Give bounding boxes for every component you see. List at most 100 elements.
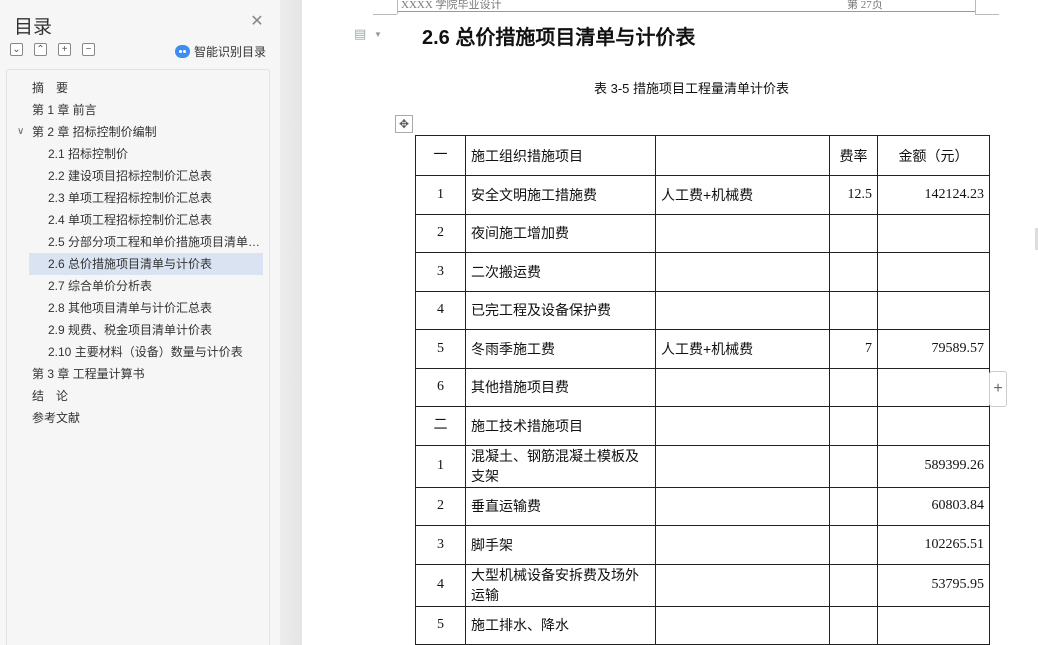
toc-item[interactable]: 2.6 总价措施项目清单与计价表 [29, 253, 263, 275]
chevron-down-icon[interactable]: ∨ [17, 121, 24, 143]
table-cell-no[interactable]: 2 [415, 213, 466, 253]
table-cell-item[interactable]: 脚手架 [465, 525, 656, 565]
table-cell-amount[interactable]: 589399.26 [877, 444, 990, 488]
table-cell-amount[interactable] [877, 605, 990, 645]
table-cell-item[interactable]: 其他措施项目费 [465, 367, 656, 407]
table-cell-no[interactable]: 一 [415, 135, 466, 176]
toc-item[interactable]: 2.2 建设项目招标控制价汇总表 [7, 165, 269, 187]
table-row: 2 垂直运输费 60803.84 [415, 486, 990, 526]
close-icon[interactable]: ✕ [249, 14, 265, 30]
chevron-down-icon[interactable]: ▼ [374, 30, 382, 39]
table-cell-base[interactable] [655, 252, 830, 292]
table-cell-rate[interactable] [829, 605, 878, 645]
add-level-icon[interactable]: + [58, 43, 71, 56]
table-cell-rate[interactable]: 费率 [829, 135, 878, 176]
table-cell-amount[interactable] [877, 252, 990, 292]
toc-item[interactable]: 2.10 主要材料（设备）数量与计价表 [7, 341, 269, 363]
table-cell-amount[interactable]: 53795.95 [877, 563, 990, 607]
toc-item[interactable]: 2.1 招标控制价 [7, 143, 269, 165]
toc-item[interactable]: 2.9 规费、税金项目清单计价表 [7, 319, 269, 341]
toc-item[interactable]: 摘 要 [7, 77, 269, 99]
table-cell-item[interactable]: 施工组织措施项目 [465, 135, 656, 176]
table-cell-rate[interactable] [829, 213, 878, 253]
table-cell-amount[interactable] [877, 406, 990, 446]
table-cell-amount[interactable]: 金额（元） [877, 135, 990, 176]
table-cell-no[interactable]: 4 [415, 563, 466, 607]
table-row: 3 脚手架 102265.51 [415, 525, 990, 565]
toc-item[interactable]: 2.4 单项工程招标控制价汇总表 [7, 209, 269, 231]
table-cell-base[interactable] [655, 213, 830, 253]
table-cell-rate[interactable]: 7 [829, 329, 878, 369]
table-cell-no[interactable]: 5 [415, 605, 466, 645]
table-cell-item[interactable]: 冬雨季施工费 [465, 329, 656, 369]
table-cell-item[interactable]: 二次搬运费 [465, 252, 656, 292]
toc-item[interactable]: 参考文献 [7, 407, 269, 429]
collapse-all-icon[interactable]: ⌃ [34, 43, 47, 56]
table-cell-rate[interactable] [829, 486, 878, 526]
table-cell-item[interactable]: 施工技术措施项目 [465, 406, 656, 446]
table-cell-item[interactable]: 大型机械设备安拆费及场外运输 [465, 563, 656, 607]
table-cell-rate[interactable] [829, 563, 878, 607]
table-cell-no[interactable]: 3 [415, 525, 466, 565]
table-cell-base[interactable] [655, 605, 830, 645]
table-cell-rate[interactable] [829, 252, 878, 292]
smart-toc-button[interactable]: 智能识别目录 [175, 43, 266, 60]
table-cell-rate[interactable] [829, 444, 878, 488]
table-cell-no[interactable]: 4 [415, 290, 466, 330]
table-row: 6 其他措施项目费 [415, 367, 990, 407]
table-cell-amount[interactable]: 102265.51 [877, 525, 990, 565]
table-row: 5 施工排水、降水 [415, 605, 990, 645]
toc-item[interactable]: 第 3 章 工程量计算书 [7, 363, 269, 385]
table-cell-item[interactable]: 垂直运输费 [465, 486, 656, 526]
table-cell-amount[interactable] [877, 367, 990, 407]
table-cell-rate[interactable] [829, 406, 878, 446]
table-cell-item[interactable]: 混凝土、钢筋混凝土模板及支架 [465, 444, 656, 488]
table-cell-amount[interactable]: 60803.84 [877, 486, 990, 526]
toc-item-label: 结 论 [32, 389, 69, 403]
toc-item[interactable]: 2.3 单项工程招标控制价汇总表 [7, 187, 269, 209]
toc-item[interactable]: ∨ 第 2 章 招标控制价编制 [7, 121, 269, 143]
paragraph-menu-icon[interactable]: ▤ [354, 26, 366, 42]
table-cell-no[interactable]: 6 [415, 367, 466, 407]
table-cell-base[interactable] [655, 135, 830, 176]
table-cell-base[interactable]: 人工费+机械费 [655, 175, 830, 215]
toc-item[interactable]: 第 1 章 前言 [7, 99, 269, 121]
table-cell-no[interactable]: 1 [415, 175, 466, 215]
table-cell-base[interactable] [655, 486, 830, 526]
table-cell-no[interactable]: 二 [415, 406, 466, 446]
table-cell-amount[interactable]: 142124.23 [877, 175, 990, 215]
table-cell-base[interactable]: 人工费+机械费 [655, 329, 830, 369]
table-cell-base[interactable] [655, 444, 830, 488]
table-cell-amount[interactable] [877, 213, 990, 253]
add-row-button[interactable]: + [989, 371, 1007, 407]
toc-item-label: 第 3 章 工程量计算书 [32, 367, 145, 381]
toc-item[interactable]: 结 论 [7, 385, 269, 407]
table-cell-rate[interactable] [829, 525, 878, 565]
table-cell-base[interactable] [655, 290, 830, 330]
table-cell-item[interactable]: 施工排水、降水 [465, 605, 656, 645]
toc-item[interactable]: 2.5 分部分项工程和单价措施项目清单与计价表 [7, 231, 269, 253]
table-cell-amount[interactable]: 79589.57 [877, 329, 990, 369]
expand-all-icon[interactable]: ⌄ [10, 43, 23, 56]
toc-item-label: 2.5 分部分项工程和单价措施项目清单与计价表 [48, 235, 269, 249]
table-move-icon[interactable]: ✥ [395, 115, 413, 133]
table-cell-no[interactable]: 5 [415, 329, 466, 369]
table-cell-rate[interactable]: 12.5 [829, 175, 878, 215]
margin-mark [975, 0, 976, 14]
table-cell-no[interactable]: 2 [415, 486, 466, 526]
table-cell-base[interactable] [655, 563, 830, 607]
table-cell-base[interactable] [655, 367, 830, 407]
table-cell-base[interactable] [655, 525, 830, 565]
table-cell-item[interactable]: 夜间施工增加费 [465, 213, 656, 253]
toc-item[interactable]: 2.7 综合单价分析表 [7, 275, 269, 297]
table-cell-item[interactable]: 安全文明施工措施费 [465, 175, 656, 215]
table-cell-rate[interactable] [829, 290, 878, 330]
table-cell-rate[interactable] [829, 367, 878, 407]
table-cell-item[interactable]: 已完工程及设备保护费 [465, 290, 656, 330]
table-cell-amount[interactable] [877, 290, 990, 330]
table-cell-no[interactable]: 1 [415, 444, 466, 488]
table-cell-no[interactable]: 3 [415, 252, 466, 292]
table-cell-base[interactable] [655, 406, 830, 446]
remove-level-icon[interactable]: − [82, 43, 95, 56]
toc-item[interactable]: 2.8 其他项目清单与计价汇总表 [7, 297, 269, 319]
